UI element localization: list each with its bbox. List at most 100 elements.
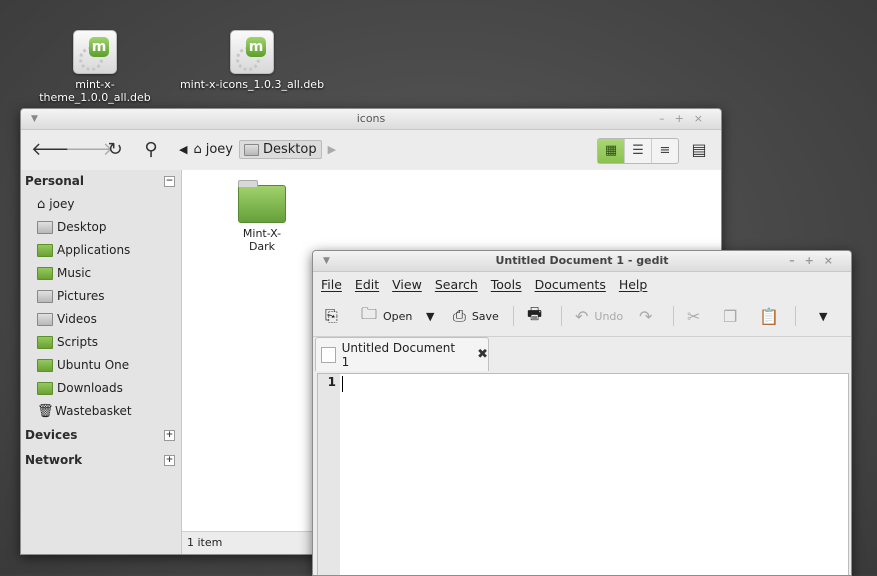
- sidebar-header-network[interactable]: Network +: [21, 449, 181, 472]
- desktop-icon-icons-deb[interactable]: m mint-x-icons_1.0.3_all.deb: [177, 30, 327, 91]
- menu-file[interactable]: File: [321, 277, 342, 292]
- window-title: Untitled Document 1 - gedit: [495, 254, 669, 267]
- expand-icon[interactable]: +: [164, 430, 175, 441]
- line-number-gutter: 1: [318, 374, 340, 575]
- window-menu-icon[interactable]: ▼: [31, 109, 38, 129]
- printer-icon: 🖶: [527, 303, 543, 323]
- undo-icon: ↶: [575, 306, 589, 326]
- sidebar-header-personal[interactable]: Personal −: [21, 170, 181, 193]
- list-view-icon[interactable]: ☰: [625, 139, 652, 163]
- videos-folder-icon: [37, 313, 53, 326]
- undo-button[interactable]: ↶ Undo: [575, 304, 623, 328]
- window-menu-icon[interactable]: ▼: [323, 251, 330, 271]
- folder-icon: [37, 244, 53, 257]
- compact-view-icon[interactable]: ≡: [652, 139, 678, 163]
- search-icon[interactable]: ⚲: [139, 138, 163, 162]
- toggle-location-icon[interactable]: ▤: [687, 138, 711, 162]
- menu-search[interactable]: Search: [435, 277, 478, 292]
- sidebar-item-ubuntu-one[interactable]: Ubuntu One: [21, 354, 181, 377]
- text-editor-area[interactable]: 1: [317, 373, 849, 575]
- desktop-icon-label: mint-x-icons_1.0.3_all.deb: [179, 78, 325, 91]
- toolbar-separator: [561, 306, 562, 326]
- text-editor-titlebar[interactable]: ▼ Untitled Document 1 - gedit –+×: [313, 251, 851, 272]
- downloads-folder-icon: [37, 382, 53, 395]
- crumb-desktop[interactable]: Desktop: [239, 140, 322, 159]
- file-manager-toolbar: 🡐 🡒 ↻ ⚲ ◀ ⌂ joey Desktop ▶ ▦ ☰ ≡ ▤: [21, 130, 721, 171]
- sidebar-item-downloads[interactable]: Downloads: [21, 377, 181, 400]
- sidebar: Personal − ⌂ joey Desktop Applications Mu…: [21, 170, 182, 554]
- copy-button[interactable]: ❐: [723, 304, 737, 328]
- desktop-icon-theme-deb[interactable]: m mint-x-theme_1.0.0_all.deb: [20, 30, 170, 104]
- dropdown-arrow-icon: ▼: [819, 309, 828, 323]
- sidebar-item-videos[interactable]: Videos: [21, 308, 181, 331]
- reload-icon[interactable]: ↻: [103, 138, 127, 162]
- window-controls[interactable]: –+×: [789, 251, 843, 271]
- package-icon: m: [230, 30, 274, 74]
- dropdown-arrow-icon: ▼: [426, 309, 435, 323]
- expand-icon[interactable]: +: [164, 455, 175, 466]
- toolbar-separator: [673, 306, 674, 326]
- sidebar-item-desktop[interactable]: Desktop: [21, 216, 181, 239]
- menu-tools[interactable]: Tools: [491, 277, 522, 292]
- sidebar-item-wastebasket[interactable]: 🗑 Wastebasket: [21, 400, 181, 423]
- window-controls[interactable]: –+×: [659, 109, 713, 129]
- save-button[interactable]: ⎙ Save: [453, 304, 499, 328]
- menu-documents[interactable]: Documents: [535, 277, 606, 292]
- redo-icon: ↷: [639, 306, 653, 326]
- folder-icon: [37, 359, 53, 372]
- toolbar-overflow-button[interactable]: ▼: [819, 304, 827, 328]
- save-icon: ⎙: [453, 306, 466, 325]
- folder-label: Mint-X-Dark: [242, 227, 282, 253]
- home-icon: ⌂: [193, 142, 202, 157]
- pictures-folder-icon: [37, 290, 53, 303]
- new-document-button[interactable]: ⎘: [325, 304, 338, 328]
- breadcrumb: ◀ ⌂ joey Desktop ▶: [179, 140, 336, 159]
- scissors-icon: ✂: [687, 306, 701, 326]
- open-folder-icon: 🗀: [361, 303, 378, 323]
- desktop-icon-label: mint-x-theme_1.0.0_all.deb: [39, 78, 151, 104]
- sidebar-item-pictures[interactable]: Pictures: [21, 285, 181, 308]
- sidebar-header-devices[interactable]: Devices +: [21, 424, 181, 447]
- desktop-icon: [244, 143, 259, 156]
- sidebar-item-home[interactable]: ⌂ joey: [21, 193, 181, 216]
- toolbar-separator: [795, 306, 796, 326]
- file-manager-titlebar[interactable]: ▼ icons –+×: [21, 109, 721, 130]
- open-recent-dropdown[interactable]: ▼: [426, 304, 434, 328]
- close-tab-icon[interactable]: ✖: [477, 347, 488, 362]
- desktop-icon: [37, 221, 53, 234]
- back-icon[interactable]: 🡐: [31, 138, 79, 162]
- crumb-home[interactable]: ⌂ joey: [193, 142, 233, 157]
- toolbar-separator: [513, 306, 514, 326]
- window-title: icons: [356, 112, 386, 125]
- view-switcher: ▦ ☰ ≡: [597, 138, 679, 164]
- menu-view[interactable]: View: [392, 277, 422, 292]
- home-icon: ⌂: [37, 197, 46, 212]
- icon-view-icon[interactable]: ▦: [598, 139, 625, 163]
- text-caret: [342, 376, 343, 392]
- clipboard-icon: 📋: [759, 306, 779, 326]
- tab-untitled-document-1[interactable]: Untitled Document 1 ✖: [315, 337, 489, 371]
- menu-edit[interactable]: Edit: [355, 277, 379, 292]
- text-editor-window: ▼ Untitled Document 1 - gedit –+× File E…: [312, 250, 852, 576]
- folder-icon: [238, 180, 286, 223]
- menu-help[interactable]: Help: [619, 277, 648, 292]
- tab-strip: Untitled Document 1 ✖: [313, 337, 851, 371]
- document-icon: [321, 346, 336, 363]
- open-button[interactable]: 🗀 Open: [361, 304, 412, 328]
- package-icon: m: [73, 30, 117, 74]
- sidebar-item-applications[interactable]: Applications: [21, 239, 181, 262]
- redo-button[interactable]: ↷: [639, 304, 652, 328]
- music-folder-icon: [37, 267, 53, 280]
- forward-icon[interactable]: 🡒: [65, 138, 113, 162]
- breadcrumb-left-icon[interactable]: ◀: [179, 143, 187, 156]
- folder-item[interactable]: Mint-X-Dark: [232, 180, 292, 253]
- breadcrumb-right-icon[interactable]: ▶: [328, 143, 336, 156]
- cut-button[interactable]: ✂: [687, 304, 700, 328]
- trash-icon: 🗑: [37, 404, 54, 419]
- paste-button[interactable]: 📋: [759, 304, 779, 328]
- sidebar-item-scripts[interactable]: Scripts: [21, 331, 181, 354]
- collapse-icon[interactable]: −: [164, 176, 175, 187]
- print-button[interactable]: 🖶: [527, 304, 542, 328]
- sidebar-item-music[interactable]: Music: [21, 262, 181, 285]
- menu-bar: File Edit View Search Tools Documents He…: [313, 272, 851, 296]
